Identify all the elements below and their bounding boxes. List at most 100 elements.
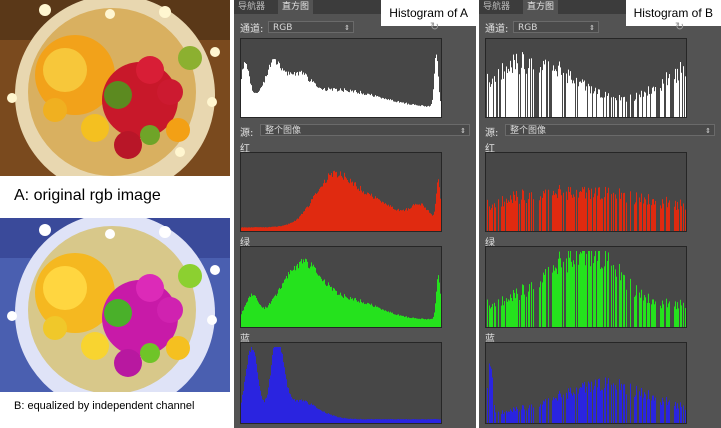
histogram-bar	[590, 93, 591, 117]
histogram-bar	[315, 406, 316, 423]
histogram-bar	[324, 411, 325, 423]
refresh-icon[interactable]: ↻	[430, 20, 439, 33]
histogram-bar	[312, 81, 313, 117]
histogram-bar	[675, 68, 676, 117]
histogram-bar	[557, 76, 558, 117]
histogram-bar	[287, 75, 288, 117]
histogram-bar	[241, 402, 242, 423]
histogram-bar	[553, 397, 554, 423]
histogram-bar	[384, 203, 385, 231]
histogram-bar	[254, 352, 255, 423]
histogram-bar	[542, 404, 543, 423]
histogram-bar	[367, 302, 368, 327]
source-select[interactable]: 整个图像 ⇕	[260, 124, 470, 136]
histogram-bar	[680, 199, 681, 231]
histogram-bar	[410, 318, 411, 327]
histogram-bar	[344, 172, 345, 231]
histogram-bar	[641, 193, 642, 231]
refresh-icon[interactable]: ↻	[675, 20, 684, 33]
histogram-bar	[383, 98, 384, 117]
histogram-bar	[663, 83, 664, 117]
histogram-bar	[301, 258, 302, 327]
histogram-bar	[593, 197, 594, 231]
histogram-bar	[276, 295, 277, 327]
histogram-bar	[362, 94, 363, 117]
histogram-bar	[436, 193, 437, 231]
tab-navigator[interactable]: 导航器	[479, 0, 514, 14]
histogram-bar	[391, 100, 392, 117]
histogram-bar	[412, 419, 413, 423]
histogram-bar	[251, 293, 252, 327]
histogram-bar	[292, 398, 293, 423]
histogram-bar	[432, 99, 433, 117]
histogram-bar	[433, 316, 434, 327]
histogram-bar	[523, 285, 524, 327]
histogram-bar	[678, 308, 679, 327]
histogram-bar	[344, 294, 345, 327]
histogram-bar	[268, 305, 269, 327]
histogram-bar	[574, 264, 575, 327]
histogram-bar	[369, 94, 370, 117]
histogram-bar	[399, 315, 400, 327]
histogram-bar	[397, 209, 398, 231]
histogram-bar	[663, 304, 664, 327]
histogram-bar	[427, 419, 428, 423]
histogram-bar	[335, 290, 336, 327]
histogram-bar	[414, 104, 415, 117]
histogram-bar	[287, 224, 288, 231]
histogram-bar	[428, 210, 429, 231]
tab-histogram[interactable]: 直方图	[278, 0, 314, 14]
histogram-bar	[430, 319, 431, 327]
histogram-bar	[319, 188, 320, 231]
histogram-bar	[329, 285, 330, 327]
histogram-bar	[519, 74, 520, 117]
histogram-bar	[309, 404, 310, 423]
histogram-bar	[420, 319, 421, 327]
histogram-bar	[364, 304, 365, 327]
histogram-bar	[398, 208, 399, 231]
histogram-bar	[385, 98, 386, 117]
histogram-bar	[501, 305, 502, 327]
tab-navigator[interactable]: 导航器	[234, 0, 269, 14]
histogram-bar	[382, 201, 383, 231]
histogram-bar	[363, 191, 364, 231]
histogram-bar	[517, 196, 518, 231]
blue-histogram	[241, 343, 441, 423]
histogram-bar	[539, 287, 540, 327]
histogram-bar	[286, 379, 287, 423]
histogram-bar	[676, 209, 677, 231]
histogram-bar	[410, 208, 411, 231]
histogram-bar	[259, 385, 260, 423]
histogram-bar	[297, 71, 298, 117]
histogram-bar	[313, 81, 314, 117]
histogram-bar	[396, 315, 397, 327]
histogram-bar	[513, 54, 514, 117]
histogram-bar	[660, 88, 661, 117]
histogram-bar	[369, 419, 370, 423]
histogram-bar	[307, 402, 308, 423]
histogram-bar	[414, 205, 415, 231]
histogram-bar	[258, 227, 259, 231]
histogram-bar	[285, 224, 286, 231]
histogram-bar	[539, 200, 540, 231]
histogram-bar	[337, 91, 338, 117]
histogram-bar	[639, 197, 640, 231]
histogram-bar	[359, 93, 360, 117]
channel-select[interactable]: RGB ⇕	[268, 21, 354, 33]
tab-histogram[interactable]: 直方图	[523, 0, 559, 14]
histogram-bar	[370, 304, 371, 327]
channel-select[interactable]: RGB ⇕	[513, 21, 599, 33]
histogram-bar	[639, 94, 640, 117]
histogram-bar	[359, 190, 360, 231]
histogram-bar	[601, 267, 602, 327]
histogram-bar	[339, 417, 340, 423]
histogram-bar	[517, 293, 518, 327]
histogram-bar	[685, 76, 686, 117]
source-label: 源:	[240, 128, 254, 139]
histogram-bar	[373, 306, 374, 327]
histogram-bar	[307, 206, 308, 231]
histogram-bar	[544, 193, 545, 231]
histogram-bar	[552, 272, 553, 327]
histogram-bar	[397, 101, 398, 117]
source-select[interactable]: 整个图像 ⇕	[505, 124, 715, 136]
